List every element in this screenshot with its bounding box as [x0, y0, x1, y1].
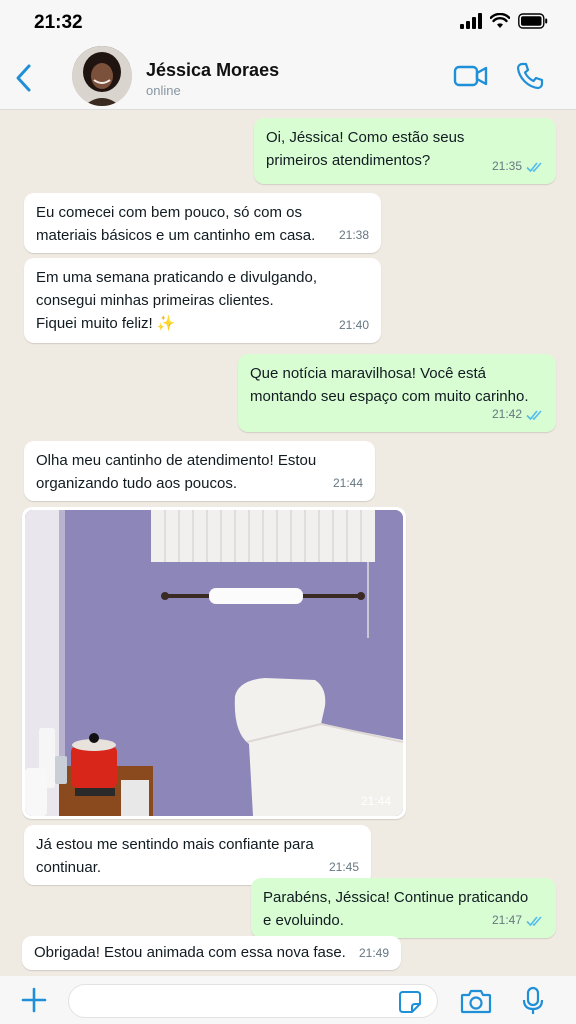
avatar-portrait [72, 46, 132, 106]
message-time: 21:45 [328, 860, 359, 874]
message-time: 21:40 [338, 318, 369, 332]
message-time: 21:49 [358, 946, 389, 960]
chat-header: Jéssica Moraes online [0, 46, 576, 110]
camera-icon[interactable] [460, 988, 492, 1014]
read-ticks-icon [526, 161, 542, 172]
message-text: Que notícia maravilhosa! Você está monta… [250, 365, 529, 405]
message-bubble-outgoing[interactable]: Parabéns, Jéssica! Continue praticando e… [251, 878, 556, 938]
read-ticks-icon [526, 915, 542, 926]
sticker-icon[interactable] [398, 990, 422, 1014]
message-bubble-outgoing[interactable]: Que notícia maravilhosa! Você está monta… [238, 354, 556, 432]
microphone-icon[interactable] [522, 986, 544, 1016]
contact-status: online [146, 83, 181, 98]
message-input[interactable] [68, 984, 438, 1018]
message-meta: 21:45 [329, 856, 359, 879]
message-time: 21:38 [338, 228, 369, 242]
room-photo-illustration [25, 510, 403, 816]
message-bubble-incoming[interactable]: Já estou me sentindo mais confiante para… [24, 825, 371, 885]
contact-name[interactable]: Jéssica Moraes [146, 60, 279, 81]
status-icons [460, 13, 548, 29]
battery-icon [518, 13, 548, 29]
message-time: 21:47 [491, 913, 522, 927]
message-time: 21:44 [332, 476, 363, 490]
status-time: 21:32 [34, 12, 83, 33]
message-input-bar [0, 976, 576, 1024]
plus-icon[interactable] [20, 986, 48, 1014]
message-text: Olha meu cantinho de atendimento! Estou … [36, 452, 317, 492]
status-bar: 21:32 [0, 0, 576, 46]
contact-avatar[interactable] [72, 46, 132, 106]
message-bubble-incoming[interactable]: Em uma semana praticando e divulgando, c… [24, 258, 381, 343]
phone-icon[interactable] [515, 61, 545, 91]
message-meta: 21:40 [339, 314, 369, 337]
message-meta: 21:49 [359, 942, 389, 965]
chat-area[interactable]: Oi, Jéssica! Como estão seus primeiros a… [0, 110, 576, 976]
read-ticks-icon [526, 409, 542, 420]
message-bubble-incoming[interactable]: Obrigada! Estou animada com essa nova fa… [22, 936, 401, 970]
signal-icon [460, 13, 482, 29]
message-time: 21:44 [360, 794, 391, 808]
message-text: Eu comecei com bem pouco, só com os mate… [36, 204, 316, 244]
message-meta: 21:38 [339, 224, 369, 247]
message-meta: 21:47 [492, 909, 544, 932]
wifi-icon [490, 13, 510, 28]
message-time: 21:42 [491, 407, 522, 421]
message-meta: 21:35 [492, 155, 544, 178]
message-bubble-incoming[interactable]: Eu comecei com bem pouco, só com os mate… [24, 193, 381, 253]
message-bubble-incoming[interactable]: Olha meu cantinho de atendimento! Estou … [24, 441, 375, 501]
message-meta: 21:42 [492, 403, 544, 426]
message-bubble-outgoing[interactable]: Oi, Jéssica! Como estão seus primeiros a… [254, 118, 556, 184]
video-call-icon[interactable] [453, 62, 489, 90]
back-chevron-icon[interactable] [12, 62, 36, 94]
message-text: Obrigada! Estou animada com essa nova fa… [34, 944, 346, 961]
message-time: 21:35 [491, 159, 522, 173]
room-photo[interactable]: 21:44 [25, 510, 403, 816]
image-message[interactable]: 21:44 [22, 507, 406, 819]
message-text: Já estou me sentindo mais confiante para… [36, 836, 314, 876]
message-text: Em uma semana praticando e divulgando, c… [36, 269, 318, 332]
message-meta: 21:44 [333, 472, 363, 495]
